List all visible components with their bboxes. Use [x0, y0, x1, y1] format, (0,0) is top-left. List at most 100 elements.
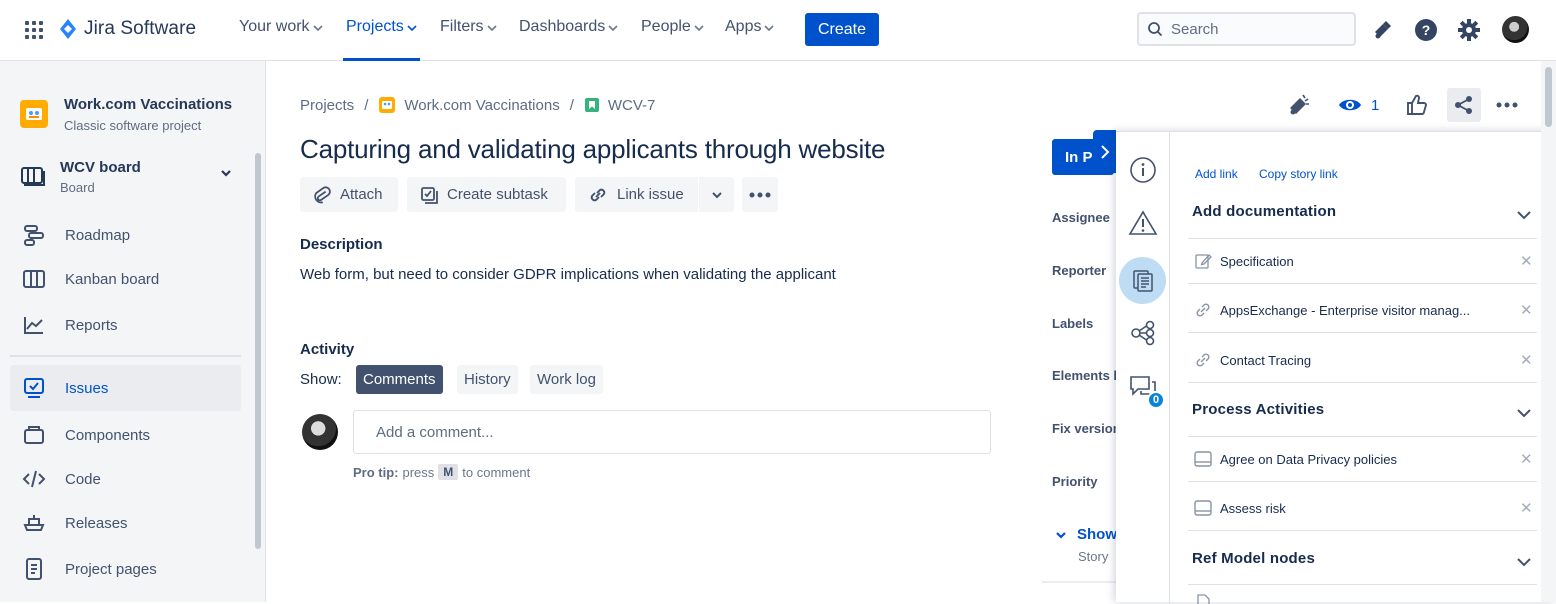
jira-logo[interactable]: Jira Software	[58, 17, 196, 41]
remove-icon[interactable]: ✕	[1520, 301, 1533, 319]
sidebar-item-roadmap[interactable]: Roadmap	[10, 212, 241, 258]
sidebar-item-label: Roadmap	[65, 226, 131, 244]
more-actions-button[interactable]	[742, 177, 778, 212]
sidebar-item-label: Issues	[65, 379, 109, 397]
settings-gear-icon[interactable]	[1456, 17, 1482, 43]
doc-row[interactable]: Specification ✕	[1194, 252, 1534, 270]
remove-icon[interactable]: ✕	[1520, 351, 1533, 369]
description-text[interactable]: Web form, but need to consider GDPR impl…	[300, 266, 836, 283]
sidebar-item-code[interactable]: Code	[10, 456, 241, 502]
nav-apps[interactable]: Apps	[725, 18, 775, 60]
share-button[interactable]	[1447, 88, 1481, 122]
chevron-down-icon	[221, 170, 231, 177]
search-box[interactable]	[1137, 12, 1356, 46]
comment-input[interactable]: Add a comment...	[353, 410, 991, 454]
field-labels: Labels	[1052, 316, 1094, 331]
model-tree-icon[interactable]	[1126, 316, 1160, 350]
remove-icon[interactable]: ✕	[1520, 450, 1533, 468]
code-icon	[22, 470, 46, 488]
vote-thumbs-up-icon[interactable]	[1405, 93, 1429, 117]
page-scrollbar[interactable]	[1541, 61, 1556, 602]
comment-count-badge: 0	[1147, 391, 1165, 409]
link-issue-dropdown[interactable]	[699, 177, 734, 212]
show-more-toggle[interactable]: Show	[1055, 526, 1117, 543]
description-heading: Description	[300, 236, 383, 253]
breadcrumb-issue-key[interactable]: WCV-7	[584, 97, 655, 114]
nav-dashboards[interactable]: Dashboards	[519, 18, 618, 60]
info-icon[interactable]	[1126, 153, 1160, 187]
add-link[interactable]: Add link	[1195, 167, 1238, 181]
nav-filters[interactable]: Filters	[440, 18, 497, 60]
copy-story-link[interactable]: Copy story link	[1259, 167, 1338, 181]
sidebar-item-label: Project pages	[65, 560, 157, 578]
sidebar-item-issues[interactable]: Issues	[10, 365, 241, 411]
nav-your-work[interactable]: Your work	[239, 18, 323, 60]
sidebar-scrollbar[interactable]	[255, 153, 261, 549]
feedback-icon[interactable]	[1286, 92, 1312, 118]
watch-button[interactable]: 1	[1337, 95, 1379, 115]
story-icon	[584, 98, 599, 112]
sidebar-item-reports[interactable]: Reports	[10, 302, 241, 348]
section-process-activities[interactable]: Process Activities	[1192, 401, 1324, 418]
chevron-down-icon[interactable]	[1516, 557, 1532, 567]
watcher-count: 1	[1371, 96, 1380, 114]
roadmap-icon	[24, 225, 44, 246]
create-button[interactable]: Create	[805, 13, 879, 46]
notifications-icon[interactable]	[1369, 17, 1395, 43]
chevron-down-icon	[486, 25, 497, 31]
activity-row[interactable]: Assess risk ✕	[1194, 499, 1534, 517]
issue-title[interactable]: Capturing and validating applicants thro…	[300, 134, 886, 165]
breadcrumb-projects[interactable]: Projects	[300, 97, 354, 114]
nav-projects[interactable]: Projects	[343, 18, 420, 61]
sidebar-item-label: Reports	[65, 316, 118, 334]
warning-icon[interactable]	[1126, 206, 1160, 240]
chevron-down-icon[interactable]	[1516, 210, 1532, 220]
doc-row[interactable]: Contact Tracing ✕	[1194, 351, 1534, 369]
divider	[1188, 382, 1537, 383]
sidebar-item-releases[interactable]: Releases	[10, 500, 241, 546]
attach-button[interactable]: Attach	[300, 177, 398, 212]
chevron-down-icon[interactable]	[1516, 408, 1532, 418]
scrollbar-thumb[interactable]	[1545, 67, 1552, 127]
tab-comments[interactable]: Comments	[356, 365, 443, 394]
pro-tip-key: M	[438, 464, 459, 480]
tab-work-log[interactable]: Work log	[530, 365, 603, 394]
chevron-right-icon	[1100, 144, 1109, 159]
link-issue-button[interactable]: Link issue	[575, 177, 698, 212]
nav-label: Your work	[239, 18, 310, 35]
board-switcher[interactable]: WCV board Board	[20, 159, 240, 195]
help-icon[interactable]: ?	[1413, 17, 1439, 43]
tab-history[interactable]: History	[457, 365, 518, 394]
sidebar-item-kanban-board[interactable]: Kanban board	[10, 256, 241, 302]
documentation-panel: Add link Copy story link Add documentati…	[1116, 131, 1556, 604]
chevron-down-icon	[711, 191, 722, 198]
remove-icon[interactable]: ✕	[1520, 499, 1533, 517]
breadcrumb-project[interactable]: Work.com Vaccinations	[378, 96, 560, 114]
breadcrumb-project-label: Work.com Vaccinations	[404, 96, 560, 114]
nav-people[interactable]: People	[641, 18, 704, 60]
section-ref-model-nodes[interactable]: Ref Model nodes	[1192, 550, 1315, 567]
subtask-icon	[421, 186, 438, 204]
doc-row[interactable]: AppsExchange - Enterprise visitor manag.…	[1194, 301, 1534, 319]
divider	[1188, 332, 1537, 333]
search-input[interactable]	[1171, 20, 1341, 38]
remove-icon[interactable]: ✕	[1520, 252, 1533, 270]
commenter-avatar	[302, 414, 338, 450]
link-icon	[590, 188, 606, 201]
user-avatar[interactable]	[1502, 16, 1529, 43]
activity-row[interactable]: Agree on Data Privacy policies ✕	[1194, 450, 1534, 468]
project-header[interactable]: Work.com Vaccinations Classic software p…	[20, 96, 232, 133]
project-name: Work.com Vaccinations	[64, 96, 233, 113]
sidebar-item-project-pages[interactable]: Project pages	[10, 546, 241, 592]
issues-icon	[24, 378, 44, 398]
chevron-down-icon	[764, 25, 775, 31]
board-icon	[21, 167, 45, 186]
section-add-documentation[interactable]: Add documentation	[1192, 203, 1336, 220]
app-switcher-icon[interactable]	[22, 18, 46, 42]
paperclip-icon	[314, 186, 331, 203]
more-options-icon[interactable]	[1496, 102, 1518, 108]
documents-icon[interactable]	[1119, 257, 1166, 304]
sidebar-item-components[interactable]: Components	[10, 412, 241, 458]
panel-collapse-button[interactable]	[1093, 130, 1116, 173]
create-subtask-button[interactable]: Create subtask	[407, 177, 566, 212]
